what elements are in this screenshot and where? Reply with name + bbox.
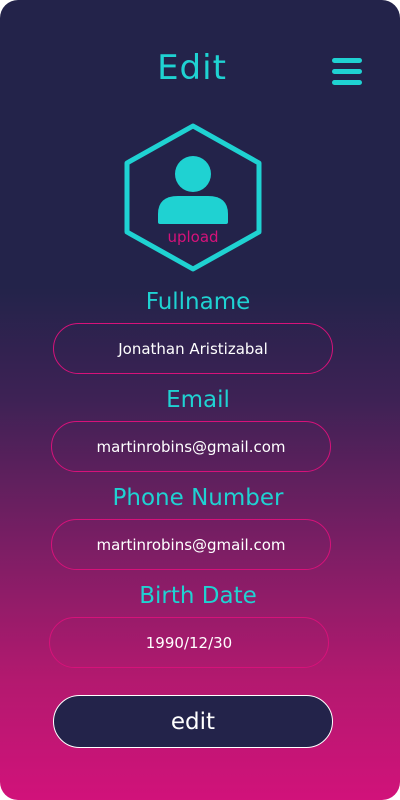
menu-bar <box>332 69 362 74</box>
birth-date-field[interactable] <box>49 617 329 668</box>
edit-profile-screen: Edit upload Fullname Email Phone Number … <box>0 0 400 800</box>
upload-label: upload <box>167 228 219 246</box>
menu-bar <box>332 80 362 85</box>
fullname-label: Fullname <box>145 289 251 315</box>
email-label: Email <box>166 387 230 413</box>
avatar-upload[interactable]: upload <box>122 122 264 272</box>
email-field[interactable] <box>51 421 331 472</box>
menu-bar <box>332 58 362 63</box>
birth-date-label: Birth Date <box>139 583 257 609</box>
hamburger-menu-icon[interactable] <box>332 58 362 86</box>
fullname-field[interactable] <box>53 323 333 374</box>
page-title: Edit <box>157 48 227 88</box>
phone-number-field[interactable] <box>51 519 331 570</box>
phone-number-label: Phone Number <box>112 485 284 511</box>
edit-button[interactable]: edit <box>53 695 333 748</box>
user-avatar-icon <box>158 156 228 224</box>
hexagon-frame <box>124 123 262 272</box>
